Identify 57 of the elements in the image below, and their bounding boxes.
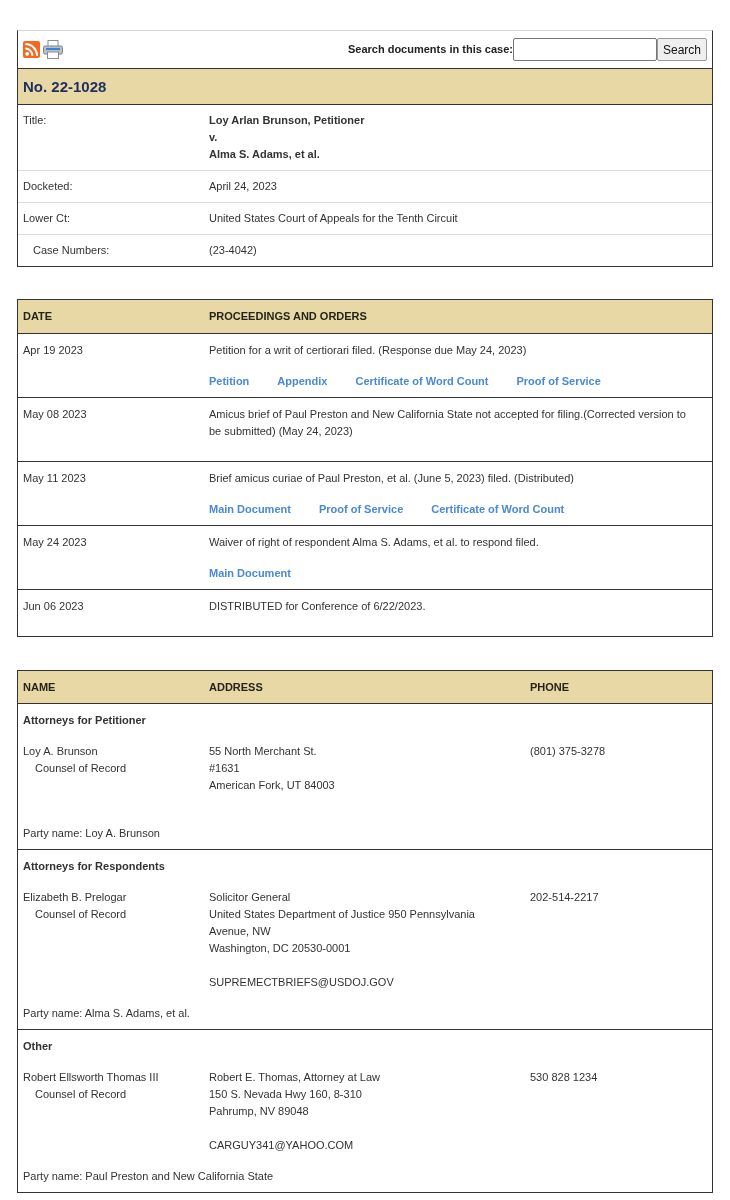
case-number: No. 22-1028	[23, 76, 107, 97]
phone-text: 202-514-2217	[530, 891, 599, 903]
document-link[interactable]: Main Document	[209, 565, 291, 582]
phone-text: 530 828 1234	[530, 1071, 598, 1083]
email-text: SUPREMECTBRIEFS@USDOJ.GOV	[209, 976, 394, 988]
rss-feed-icon[interactable]	[23, 41, 40, 58]
party-name: Party name: Loy A. Brunson	[23, 827, 160, 839]
field-label: Docketed:	[23, 180, 73, 192]
proceeding-text: Brief amicus curiae of Paul Preston, et al. (June 5, 2023) filed. (Distributed)	[209, 472, 574, 484]
document-link[interactable]: Appendix	[277, 373, 328, 390]
address-text: Robert E. Thomas, Attorney at Law 150 S. Nevada Hwy 160, 8-310 Pahrump, NV 89048	[209, 1071, 380, 1117]
date-text: May 11 2023	[23, 472, 86, 484]
search-field[interactable]	[513, 38, 657, 61]
field-value: April 24, 2023	[209, 180, 277, 192]
search-label: Search documents in this case:	[347, 42, 513, 57]
field-label: Lower Ct:	[23, 212, 71, 224]
attorney-role: Counsel of Record	[35, 762, 127, 774]
proceeding-text: Waiver of right of respondent Alma S. Adams, et al. to respond filed.	[209, 536, 539, 548]
field-label: Case Numbers:	[33, 244, 110, 256]
document-link[interactable]: Certificate of Word Count	[355, 373, 489, 390]
phone-text: (801) 375-3278	[530, 745, 606, 757]
search-button[interactable]: Search	[657, 38, 707, 61]
group-heading: Other	[23, 1040, 53, 1052]
case-title: Loy Arlan Brunson, Petitioner v. Alma S. Adams, et al.	[209, 114, 365, 160]
date-text: May 24 2023	[23, 536, 87, 548]
party-name: Party name: Alma S. Adams, et al.	[23, 1007, 190, 1019]
proceeding-text: DISTRIBUTED for Conference of 6/22/2023.	[209, 600, 426, 612]
column-header: DATE	[23, 310, 53, 322]
attorney-role: Counsel of Record	[35, 908, 127, 920]
printer-icon[interactable]	[43, 40, 63, 59]
group-heading: Attorneys for Petitioner	[23, 714, 146, 726]
group-heading: Attorneys for Respondents	[23, 860, 165, 872]
attorney-name: Robert Ellsworth Thomas III	[23, 1071, 159, 1083]
date-text: May 08 2023	[23, 408, 87, 420]
proceeding-text: Petition for a writ of certiorari filed. (Response due May 24, 2023)	[209, 344, 527, 356]
address-text: 55 North Merchant St. #1631 American Fork, UT 84003	[209, 745, 335, 791]
field-value: (23-4042)	[209, 244, 257, 256]
proceeding-text: Amicus brief of Paul Preston and New California State not accepted for filing.(Corrected version to be submitted) (May 24, 2023)	[209, 408, 686, 437]
date-text: Jun 06 2023	[23, 600, 84, 612]
document-link[interactable]: Main Document	[209, 501, 291, 518]
address-text: Solicitor General United States Department of Justice 950 Pennsylvania Avenue, NW Washington, DC 20530-0001	[209, 891, 475, 954]
field-label: Title:	[23, 114, 47, 126]
document-link[interactable]: Proof of Service	[318, 501, 404, 518]
column-header: NAME	[23, 681, 56, 693]
email-text: CARGUY341@YAHOO.COM	[209, 1139, 354, 1151]
document-link[interactable]: Proof of Service	[516, 373, 601, 390]
attorney-name: Elizabeth B. Prelogar	[23, 891, 127, 903]
document-link[interactable]: Certificate of Word Count	[431, 501, 565, 518]
column-header: PROCEEDINGS AND ORDERS	[209, 310, 367, 322]
column-header: ADDRESS	[209, 681, 263, 693]
party-name: Party name: Paul Preston and New California State	[23, 1170, 274, 1182]
attorney-role: Counsel of Record	[35, 1088, 127, 1100]
column-header: PHONE	[530, 681, 570, 693]
document-link[interactable]: Petition	[209, 373, 250, 390]
attorney-name: Loy A. Brunson	[23, 745, 98, 757]
date-text: Apr 19 2023	[23, 344, 83, 356]
field-value: United States Court of Appeals for the Tenth Circuit	[209, 212, 458, 224]
